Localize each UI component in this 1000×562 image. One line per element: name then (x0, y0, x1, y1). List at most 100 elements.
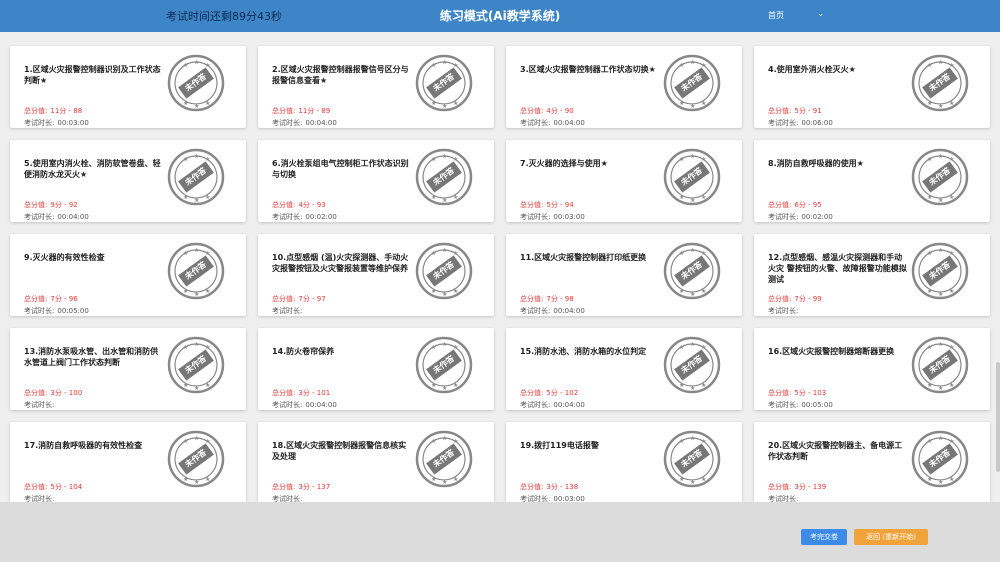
status-stamp: ★ ★ ★ ★ ★ ★ 未作答 (415, 54, 473, 112)
score-text: 总分值: 7分 - 96 (24, 294, 78, 304)
svg-text:★: ★ (442, 103, 447, 110)
status-stamp: ★ ★ ★ ★ ★ ★ 未作答 (167, 430, 225, 488)
svg-text:★: ★ (949, 476, 954, 483)
svg-text:★: ★ (194, 103, 199, 110)
duration-label: 考试时长: (24, 213, 55, 221)
question-card[interactable]: 2.区域火灾报警控制器报警信号区分与报警信息查看★ 总分值: 11分 - 89 考… (258, 46, 494, 128)
duration-value: 00:04:00 (553, 401, 585, 409)
page-title: 练习模式(Ai教学系统) (439, 9, 561, 23)
page-select-dropdown[interactable]: 首页 ⌄ (768, 6, 832, 24)
svg-text:★: ★ (690, 59, 695, 66)
question-card[interactable]: 13.消防水泵吸水管、出水管和消防供水管道上阀门工作状态判断 总分值: 3分 - … (10, 328, 246, 410)
status-stamp: ★ ★ ★ ★ ★ ★ 未作答 (911, 430, 969, 488)
question-card[interactable]: 10.点型感烟 (温)火灾探测器、手动火灾报警按钮及火灾警报装置等维护保养 总分… (258, 234, 494, 316)
question-card[interactable]: 5.使用室内消火栓、消防软管卷盘、轻便消防水龙灭火★ 总分值: 9分 - 92 考… (10, 140, 246, 222)
question-card[interactable]: 1.区域火灾报警控制器识别及工作状态判断★ 总分值: 11分 - 88 考试时长:… (10, 46, 246, 128)
score-value: 7分 - 97 (298, 295, 326, 303)
svg-text:★: ★ (194, 59, 199, 66)
score-value: 11分 - 89 (298, 107, 331, 115)
duration-label: 考试时长: (272, 119, 303, 127)
question-title: 6.消火栓泵组电气控制柜工作状态识别与切换 (272, 159, 409, 179)
question-title: 13.消防水泵吸水管、出水管和消防供水管道上阀门工作状态判断 (24, 347, 159, 367)
score-text: 总分值: 5分 - 91 (768, 106, 822, 116)
svg-text:★: ★ (679, 288, 684, 295)
svg-text:★: ★ (938, 197, 943, 204)
svg-text:★: ★ (938, 247, 943, 254)
svg-text:★: ★ (183, 194, 188, 201)
score-value: 5分 - 104 (50, 483, 83, 491)
score-value: 3分 - 137 (298, 483, 331, 491)
duration-value: 00:03:00 (553, 495, 585, 502)
question-card[interactable]: 17.消防自救呼吸器的有效性检查 总分值: 5分 - 104 考试时长: ★ ★ … (10, 422, 246, 502)
duration-value: 00:04:00 (305, 119, 337, 127)
svg-text:★: ★ (183, 438, 188, 445)
duration-text: 考试时长: 00:02:00 (272, 212, 337, 222)
svg-text:★: ★ (927, 156, 932, 163)
svg-text:★: ★ (194, 247, 199, 254)
duration-value: 00:03:00 (553, 213, 585, 221)
score-value: 6分 - 95 (794, 201, 822, 209)
question-card[interactable]: 11.区域火灾报警控制器打印纸更换 总分值: 7分 - 98 考试时长: 00:04… (506, 234, 742, 316)
svg-text:★: ★ (679, 344, 684, 351)
question-title: 12.点型感烟、感温火灾探测器和手动火灾 警按钮的火警、故障报警功能模拟测试 (768, 253, 907, 284)
status-stamp: ★ ★ ★ ★ ★ ★ 未作答 (911, 54, 969, 112)
svg-text:★: ★ (938, 479, 943, 486)
question-title: 2.区域火灾报警控制器报警信号区分与报警信息查看★ (272, 65, 409, 85)
score-label: 总分值: (24, 295, 48, 303)
question-card[interactable]: 18.区域火灾报警控制器报警信息核实及处理 总分值: 3分 - 137 考试时长:… (258, 422, 494, 502)
score-text: 总分值: 5分 - 103 (768, 388, 826, 398)
back-restart-button[interactable]: 返回 (重新开始) (854, 529, 928, 545)
question-card[interactable]: 7.灭火器的选择与使用★ 总分值: 5分 - 94 考试时长: 00:03:00 ★… (506, 140, 742, 222)
question-card[interactable]: 3.区域火灾报警控制器工作状态切换★ 总分值: 4分 - 90 考试时长: 00:0… (506, 46, 742, 128)
svg-text:★: ★ (690, 385, 695, 392)
question-card[interactable]: 8.消防自救呼吸器的使用★ 总分值: 6分 - 95 考试时长: 00:02:00 … (754, 140, 990, 222)
question-card[interactable]: 20.区域火灾报警控制器主、备电源工作状态判断 总分值: 3分 - 139 考试时… (754, 422, 990, 502)
question-title: 19.拨打119电话报警 (520, 441, 599, 450)
svg-text:★: ★ (938, 341, 943, 348)
svg-text:★: ★ (431, 438, 436, 445)
svg-text:★: ★ (690, 435, 695, 442)
question-title: 15.消防水池、消防水箱的水位判定 (520, 347, 647, 356)
status-stamp: ★ ★ ★ ★ ★ ★ 未作答 (167, 242, 225, 300)
question-card[interactable]: 6.消火栓泵组电气控制柜工作状态识别与切换 总分值: 4分 - 93 考试时长: 0… (258, 140, 494, 222)
duration-text: 考试时长: 00:06:00 (768, 118, 833, 128)
score-text: 总分值: 3分 - 100 (24, 388, 82, 398)
status-stamp: ★ ★ ★ ★ ★ ★ 未作答 (167, 54, 225, 112)
svg-text:★: ★ (690, 103, 695, 110)
scrollbar-thumb[interactable] (996, 362, 1000, 472)
svg-text:★: ★ (442, 247, 447, 254)
duration-label: 考试时长: (768, 213, 799, 221)
score-label: 总分值: (272, 389, 296, 397)
question-card[interactable]: 9.灭火器的有效性检查 总分值: 7分 - 96 考试时长: 00:05:00 ★ … (10, 234, 246, 316)
score-text: 总分值: 7分 - 98 (520, 294, 574, 304)
question-card[interactable]: 19.拨打119电话报警 总分值: 3分 - 138 考试时长: 00:03:00 … (506, 422, 742, 502)
duration-text: 考试时长: 00:04:00 (520, 400, 585, 410)
svg-text:★: ★ (442, 197, 447, 204)
svg-text:★: ★ (194, 435, 199, 442)
score-label: 总分值: (768, 107, 792, 115)
svg-text:★: ★ (690, 197, 695, 204)
question-card[interactable]: 14.防火卷帘保养 总分值: 3分 - 101 考试时长: 00:04:00 ★ ★… (258, 328, 494, 410)
status-stamp: ★ ★ ★ ★ ★ ★ 未作答 (167, 148, 225, 206)
score-label: 总分值: (272, 295, 296, 303)
top-bar: 考试时间还剩89分43秒 练习模式(Ai教学系统) 首页 ⌄ (0, 0, 1000, 32)
svg-text:★: ★ (949, 100, 954, 107)
question-card[interactable]: 16.区域火灾报警控制器熔断器更换 总分值: 5分 - 103 考试时长: 00:0… (754, 328, 990, 410)
svg-text:★: ★ (679, 156, 684, 163)
duration-text: 考试时长: 00:04:00 (272, 400, 337, 410)
svg-text:★: ★ (194, 479, 199, 486)
svg-text:★: ★ (442, 385, 447, 392)
svg-text:★: ★ (701, 476, 706, 483)
duration-label: 考试时长: (272, 401, 303, 409)
score-label: 总分值: (24, 201, 48, 209)
question-card[interactable]: 12.点型感烟、感温火灾探测器和手动火灾 警按钮的火警、故障报警功能模拟测试 总… (754, 234, 990, 316)
duration-label: 考试时长: (24, 119, 55, 127)
svg-text:★: ★ (938, 153, 943, 160)
duration-label: 考试时长: (24, 401, 55, 409)
question-card[interactable]: 4.使用室外消火栓灭火★ 总分值: 5分 - 91 考试时长: 00:06:00 ★… (754, 46, 990, 128)
duration-label: 考试时长: (272, 495, 303, 502)
duration-text: 考试时长: 00:05:00 (24, 306, 89, 316)
submit-exam-button[interactable]: 考完交卷 (801, 529, 847, 545)
question-card[interactable]: 15.消防水池、消防水箱的水位判定 总分值: 5分 - 102 考试时长: 00:0… (506, 328, 742, 410)
duration-value: 00:04:00 (553, 307, 585, 315)
